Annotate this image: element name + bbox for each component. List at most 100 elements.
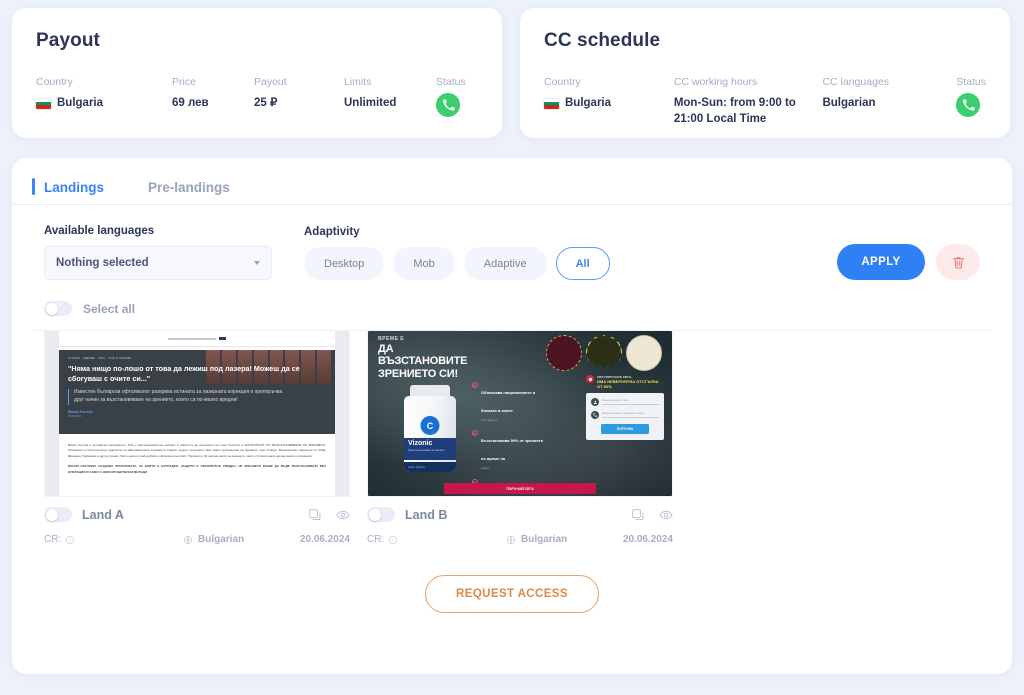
chip-all[interactable]: All	[555, 247, 610, 280]
metric-value: Bulgaria	[544, 96, 674, 112]
landing-thumbnail-b[interactable]: ВРЕМЕ Е ДА ВЪЗСТАНОВИТЕ ЗРЕНИЕТО СИ! C V…	[367, 330, 673, 497]
form-name-input[interactable]: Въведете вашето име	[602, 399, 659, 406]
adaptivity-label: Adaptivity	[304, 226, 360, 238]
adaptivity-chips: Desktop Mob Adaptive All	[304, 247, 610, 280]
product-footer-text: Vision Support	[408, 465, 425, 469]
preview-benefits: Облекчава напрежението и болката в очите…	[472, 381, 544, 496]
landings-grid: СТАТИИ · ЗДРАВЕ · 2024 · ОЧИ И ЗРЕНИЕ "Н…	[44, 330, 990, 545]
product-bottle-image: C Vizonic Хранителна добавка за зрението…	[404, 385, 456, 473]
page-root: Payout Country Bulgaria Price 69 лев Pay…	[0, 0, 1024, 695]
check-circle-icon	[472, 382, 478, 388]
landing-thumbnail-a[interactable]: СТАТИИ · ЗДРАВЕ · 2024 · ОЧИ И ЗРЕНИЕ "Н…	[44, 330, 350, 497]
preview-order-block: АКО ПОРЪЧАТЕ СЕГА, ИМА НЕВЕРОЯТНА ОТСТЪП…	[586, 375, 664, 441]
info-icon[interactable]	[65, 535, 75, 545]
cc-metrics: Country Bulgaria CC working hours Mon-Su…	[544, 76, 986, 127]
form-phone-input[interactable]: Въведете вашия телефонен номер	[602, 412, 659, 419]
metric-value: Bulgaria	[36, 96, 172, 112]
preview-title-line-3: ЗРЕНИЕТО СИ!	[378, 367, 458, 380]
preview-date: 20.06.2024	[68, 414, 81, 418]
request-access-button[interactable]: REQUEST ACCESS	[425, 575, 599, 613]
preview-paragraph-2: ВАСИЛ КОСТОВО СЪЗДАВА ПРОГРАМАТА, ЗА КОЯ…	[68, 464, 326, 474]
benefit-subtitle: за 5 минути	[481, 417, 498, 422]
bulgaria-flag-icon	[544, 98, 559, 109]
landing-cr-a: CR:	[44, 534, 183, 545]
country-name: Bulgaria	[57, 97, 104, 109]
preview-rail-right	[335, 331, 349, 496]
clear-filters-button[interactable]	[936, 244, 980, 280]
preview-browser-bar	[59, 331, 335, 347]
select-all-toggle[interactable]	[44, 301, 72, 316]
copy-icon[interactable]	[631, 508, 645, 522]
product-subtitle: Хранителна добавка за зрението	[408, 449, 445, 452]
language-name: Bulgarian	[521, 534, 568, 545]
preview-title-line-2: ВЪЗСТАНОВИТЕ	[378, 355, 468, 368]
preview-content: СТАТИИ · ЗДРАВЕ · 2024 · ОЧИ И ЗРЕНИЕ "Н…	[59, 331, 335, 496]
chip-adaptive[interactable]: Adaptive	[463, 247, 547, 280]
filter-actions: APPLY	[837, 244, 980, 280]
landing-select-toggle-a[interactable]	[44, 507, 72, 522]
landing-card-b: ВРЕМЕ Е ДА ВЪЗСТАНОВИТЕ ЗРЕНИЕТО СИ! C V…	[367, 330, 673, 545]
info-icon[interactable]	[388, 535, 398, 545]
cc-card-title: CC schedule	[544, 30, 661, 51]
select-all-label: Select all	[83, 301, 136, 316]
preview-eye-icon[interactable]	[659, 508, 673, 522]
landing-footer-top: Land A	[44, 507, 350, 522]
payout-metric-limits: Limits Unlimited	[344, 76, 436, 112]
preview-kicker: СТАТИИ · ЗДРАВЕ · 2024 · ОЧИ И ЗРЕНИЕ	[68, 357, 132, 360]
landing-select-toggle-b[interactable]	[367, 507, 395, 522]
copy-icon[interactable]	[308, 508, 322, 522]
tab-pre-landings[interactable]: Pre-landings	[148, 178, 230, 205]
preview-title-line-1: ДА	[378, 343, 394, 355]
globe-icon	[506, 535, 516, 545]
landing-name-b: Land B	[405, 507, 448, 522]
bulgaria-flag-icon	[36, 98, 51, 109]
award-badge-2	[586, 335, 622, 369]
available-languages-select[interactable]: Nothing selected	[44, 246, 272, 280]
cc-metric-languages: CC languages Bulgarian	[822, 76, 956, 112]
phone-status-icon	[436, 93, 460, 117]
preview-cta-button[interactable]: ПОРЪЧАЙ СЕГА	[444, 483, 596, 494]
filters-row: Available languages Nothing selected Ada…	[34, 205, 990, 331]
bottle-body: C Vizonic Хранителна добавка за зрението…	[404, 396, 456, 472]
offer-line-2: ИМА НЕВЕРОЯТНА ОТСТЪПКА ОТ 50%	[597, 379, 659, 390]
form-submit-button[interactable]: ПОРЪЧКА	[601, 424, 649, 435]
adaptivity-group: Adaptivity Desktop Mob Adaptive All	[304, 226, 610, 280]
landing-actions-b	[631, 508, 673, 522]
benefit-item: Облекчава напрежението и болката в очите…	[472, 381, 544, 422]
available-languages-value: Nothing selected	[56, 257, 149, 269]
metric-value: Bulgarian	[822, 97, 876, 109]
globe-icon	[183, 535, 193, 545]
select-all-row: Select all	[44, 301, 990, 316]
landing-footer-b: Land B CR: Bulgarian 20.06.2024	[367, 497, 673, 545]
benefit-title: Облекчава напрежението и болката в очите	[481, 390, 536, 413]
available-languages-group: Available languages Nothing selected	[44, 225, 272, 280]
preview-eye-icon[interactable]	[336, 508, 350, 522]
tab-landings[interactable]: Landings	[32, 178, 104, 205]
request-access-row: REQUEST ACCESS	[34, 575, 990, 613]
chip-mob[interactable]: Mob	[393, 247, 455, 280]
preview-rail-left	[45, 331, 59, 496]
metric-label: CC working hours	[673, 76, 758, 88]
landing-meta-b: CR: Bulgarian 20.06.2024	[367, 534, 673, 545]
preview-subhead: Известен български офталмолог разкрива и…	[68, 389, 283, 405]
check-circle-icon	[472, 430, 478, 437]
chip-desktop[interactable]: Desktop	[304, 247, 385, 280]
payout-metric-payout: Payout 25 ₽	[254, 76, 344, 112]
metric-label: Status	[436, 76, 466, 88]
discount-tag-icon	[586, 375, 594, 383]
preview-paragraph-1: Васил Костов е български офталмолог. Той…	[68, 443, 326, 458]
cc-metric-country: Country Bulgaria	[544, 76, 674, 112]
product-name: Vizonic	[408, 440, 433, 447]
landings-panel: Landings Pre-landings Available language…	[12, 158, 1012, 674]
preview-order-form: Въведете вашето име Въведете вашия телеф…	[586, 393, 664, 441]
landing-language-b: Bulgarian	[506, 534, 623, 545]
metric-label: CC languages	[822, 76, 889, 88]
cc-metric-status: Status	[956, 76, 986, 117]
benefit-item: Възстановява 99% от зрението по време на…	[472, 429, 544, 470]
landing-cr-b: CR:	[367, 534, 506, 545]
landing-name-a: Land A	[82, 507, 124, 522]
language-name: Bulgarian	[198, 534, 245, 545]
apply-button[interactable]: APPLY	[837, 244, 925, 280]
bottle-footer: Vision Support	[404, 462, 456, 472]
cc-metric-hours: CC working hours Mon-Sun: from 9:00 to 2…	[674, 76, 823, 127]
